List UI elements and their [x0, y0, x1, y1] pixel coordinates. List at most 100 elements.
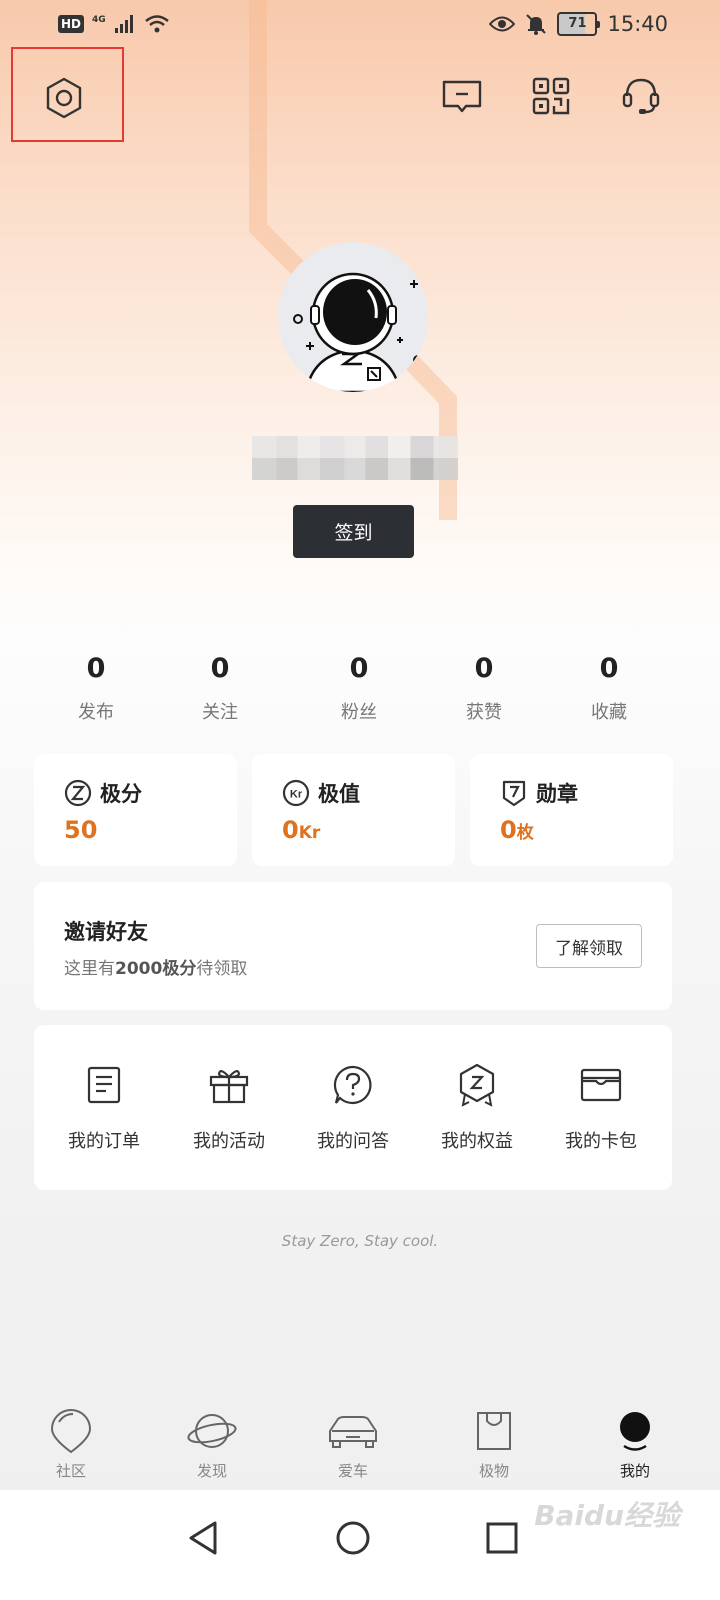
tab-label: 我的: [619, 1462, 650, 1480]
network-type: 4G: [92, 14, 106, 25]
card-wallet-icon: [580, 1068, 622, 1102]
qr-code-button[interactable]: [527, 72, 575, 120]
nav-recents-button[interactable]: [472, 1508, 532, 1568]
points-card[interactable]: 极分 50: [34, 754, 237, 866]
community-icon: [50, 1409, 92, 1454]
nav-back-button[interactable]: [173, 1508, 233, 1568]
invite-desc-highlight: 2000极分: [115, 959, 197, 979]
z-coin-icon: [64, 779, 92, 807]
metric-title: 极值: [318, 782, 360, 806]
hexagon-settings-icon: [46, 77, 82, 119]
metric-number: 0: [282, 816, 299, 844]
headset-icon: [622, 78, 660, 114]
menu-item-wallet[interactable]: 我的卡包: [539, 1061, 663, 1153]
menu-label: 我的订单: [68, 1131, 140, 1152]
message-icon: [442, 80, 482, 113]
stat-value: 0: [599, 653, 619, 684]
metric-header: 极分: [64, 778, 142, 808]
bottom-tab-bar: 社区 发现 爱车 极物 我的: [0, 1395, 720, 1490]
tab-label: 极物: [478, 1462, 509, 1480]
metric-value: 50: [64, 816, 97, 844]
menu-item-qa[interactable]: 我的问答: [291, 1061, 415, 1153]
menu-icon-wrap: [415, 1061, 539, 1109]
tab-label: 发现: [196, 1462, 227, 1480]
services-menu-card: 我的订单 我的活动 我的问答 我的权益 我的卡包: [34, 1025, 672, 1190]
tab-shop[interactable]: 极物: [444, 1407, 544, 1481]
profile-icon: [620, 1412, 650, 1451]
metric-number: 50: [64, 816, 98, 844]
tab-icon-wrap: [444, 1407, 544, 1455]
nav-home-button[interactable]: [323, 1508, 383, 1568]
metric-unit: 枚: [516, 823, 534, 843]
mute-bell-icon: [526, 14, 547, 35]
car-icon: [329, 1416, 377, 1448]
stat-label: 收藏: [591, 702, 627, 723]
tab-car[interactable]: 爱车: [303, 1407, 403, 1481]
message-button[interactable]: [438, 72, 486, 120]
metric-number: 0: [500, 816, 517, 844]
tab-icon-wrap: [162, 1407, 262, 1455]
planet-icon: [187, 1414, 237, 1448]
watermark-text: Baidu经验: [534, 1499, 680, 1532]
menu-icon-wrap: [167, 1061, 291, 1109]
tab-icon-wrap: [303, 1407, 403, 1455]
menu-icon-wrap: [291, 1061, 415, 1109]
tab-icon-wrap: [21, 1407, 121, 1455]
tab-label: 社区: [55, 1462, 86, 1480]
stat-likes[interactable]: 0 获赞: [424, 650, 544, 724]
metric-header: 勋章: [500, 778, 578, 808]
metric-unit: Kr: [298, 823, 321, 843]
username-blurred: [252, 436, 458, 480]
kr-coin-icon: Kr: [282, 779, 310, 807]
kr-value-card[interactable]: Kr 极值 0Kr: [252, 754, 455, 866]
tab-mine[interactable]: 我的: [585, 1407, 685, 1481]
metric-title: 勋章: [536, 782, 578, 806]
question-icon: [333, 1065, 372, 1105]
stat-favorites[interactable]: 0 收藏: [549, 650, 669, 724]
stat-value: 0: [349, 653, 369, 684]
settings-button[interactable]: [36, 72, 92, 124]
eye-icon: [489, 16, 516, 32]
metric-value: 0枚: [500, 816, 534, 844]
status-right: 71 15:40: [489, 12, 668, 36]
menu-label: 我的权益: [441, 1131, 513, 1152]
stat-value: 0: [474, 653, 494, 684]
svg-text:Kr: Kr: [290, 789, 303, 801]
status-bar: HD 4G 71 15:40: [0, 0, 720, 52]
battery-indicator: 71: [557, 12, 601, 36]
checkin-button[interactable]: 签到: [293, 505, 414, 558]
stat-followers[interactable]: 0 粉丝: [299, 650, 419, 724]
gift-icon: [209, 1070, 249, 1104]
menu-item-benefits[interactable]: 我的权益: [415, 1061, 539, 1153]
battery-level: 71: [568, 16, 587, 31]
slogan-text: Stay Zero, Stay cool.: [281, 1232, 439, 1250]
tab-community[interactable]: 社区: [21, 1407, 121, 1481]
menu-item-orders[interactable]: 我的订单: [42, 1061, 166, 1153]
avatar[interactable]: [278, 242, 428, 392]
tab-label: 爱车: [337, 1462, 368, 1480]
invite-description: 这里有2000极分待领取: [64, 954, 247, 979]
menu-icon-wrap: [42, 1061, 166, 1109]
hd-badge: HD: [58, 15, 85, 33]
medal-card[interactable]: 勋章 0枚: [470, 754, 673, 866]
menu-label: 我的活动: [193, 1131, 265, 1152]
menu-item-activities[interactable]: 我的活动: [167, 1061, 291, 1153]
stat-following[interactable]: 0 关注: [160, 650, 280, 724]
invite-desc-suffix: 待领取: [196, 959, 248, 979]
stat-label: 关注: [202, 702, 238, 723]
order-icon: [87, 1066, 121, 1104]
menu-label: 我的卡包: [565, 1131, 637, 1152]
stat-label: 发布: [78, 702, 114, 723]
stat-posts[interactable]: 0 发布: [36, 650, 156, 724]
metric-value: 0Kr: [282, 816, 320, 844]
medal-icon: [502, 780, 526, 807]
menu-icon-wrap: [539, 1061, 663, 1109]
menu-label: 我的问答: [317, 1131, 389, 1152]
stat-label: 粉丝: [341, 702, 377, 723]
learn-more-button[interactable]: 了解领取: [536, 924, 642, 968]
invite-friends-card[interactable]: 邀请好友 这里有2000极分待领取 了解领取: [34, 882, 672, 1010]
tab-discover[interactable]: 发现: [162, 1407, 262, 1481]
qr-code-icon: [532, 77, 570, 115]
benefit-badge-icon: [459, 1063, 495, 1107]
customer-service-button[interactable]: [617, 72, 665, 120]
